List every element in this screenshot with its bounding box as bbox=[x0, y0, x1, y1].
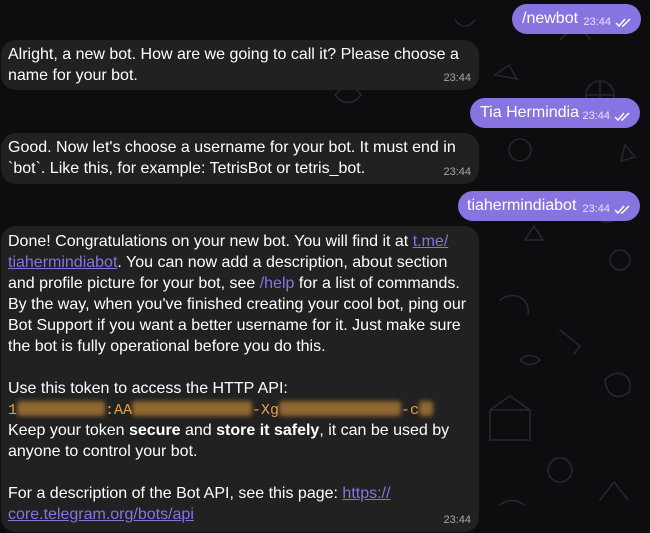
api-docs-link[interactable]: core.telegram.org/bots/api bbox=[8, 506, 194, 523]
outgoing-message[interactable]: Tia Hermindia 23:44 bbox=[470, 98, 640, 128]
redacted-token-part bbox=[132, 401, 253, 416]
redacted-token-part bbox=[279, 401, 402, 416]
message-line: Keep your token secure and store it safe… bbox=[8, 422, 450, 439]
incoming-message[interactable]: Good. Now let's choose a username for yo… bbox=[1, 133, 479, 184]
message-line: For a description of the Bot API, see th… bbox=[8, 485, 391, 502]
message-line: By the way, when you've finished creatin… bbox=[8, 296, 467, 313]
message-time: 23:44 bbox=[583, 16, 611, 28]
chat-history: /newbot 23:44 Alright, a new bot. How ar… bbox=[0, 0, 650, 533]
message-line: `bot`. Like this, for example: TetrisBot… bbox=[8, 160, 366, 177]
message-line: Alright, a new bot. How are we going to … bbox=[8, 46, 459, 63]
redacted-token-part bbox=[419, 401, 434, 416]
message-line: Use this token to access the HTTP API: bbox=[8, 380, 288, 397]
redacted-token-part bbox=[17, 401, 106, 416]
message-time: 23:44 bbox=[582, 110, 610, 122]
bot-link[interactable]: t.me/ bbox=[413, 233, 449, 250]
message-time: 23:44 bbox=[582, 203, 610, 215]
message-line: and profile picture for your bot, see /h… bbox=[8, 275, 460, 292]
double-check-icon bbox=[614, 112, 630, 122]
message-line: Good. Now let's choose a username for yo… bbox=[8, 139, 456, 156]
incoming-message[interactable]: Done! Congratulations on your new bot. Y… bbox=[1, 226, 479, 532]
api-token[interactable]: 1:AA -Xg -c bbox=[8, 399, 479, 420]
message-line: core.telegram.org/bots/api bbox=[8, 504, 479, 525]
bot-link[interactable]: tiahermindiabot bbox=[8, 254, 117, 271]
message-line: the bot is fully operational before you … bbox=[8, 338, 326, 355]
help-command[interactable]: /help bbox=[260, 275, 295, 292]
message-text: Tia Hermindia bbox=[480, 104, 579, 121]
api-docs-link[interactable]: https:// bbox=[342, 485, 390, 502]
message-line: tiahermindiabot. You can now add a descr… bbox=[8, 254, 448, 271]
double-check-icon bbox=[614, 205, 630, 215]
message-time: 23:44 bbox=[443, 72, 471, 84]
message-line: Bot Support if you want a better usernam… bbox=[8, 317, 461, 334]
message-text: /newbot bbox=[522, 10, 579, 27]
outgoing-message[interactable]: /newbot 23:44 bbox=[512, 4, 641, 34]
double-check-icon bbox=[615, 18, 631, 28]
message-time: 23:44 bbox=[443, 166, 471, 178]
message-line: name for your bot. bbox=[8, 67, 138, 84]
message-text: tiahermindiabot bbox=[467, 197, 577, 214]
outgoing-message[interactable]: tiahermindiabot 23:44 bbox=[458, 191, 640, 221]
message-time: 23:44 bbox=[443, 514, 471, 526]
incoming-message[interactable]: Alright, a new bot. How are we going to … bbox=[1, 40, 479, 90]
message-line: anyone to control your bot. bbox=[8, 443, 198, 460]
message-line: Done! Congratulations on your new bot. Y… bbox=[8, 233, 449, 250]
